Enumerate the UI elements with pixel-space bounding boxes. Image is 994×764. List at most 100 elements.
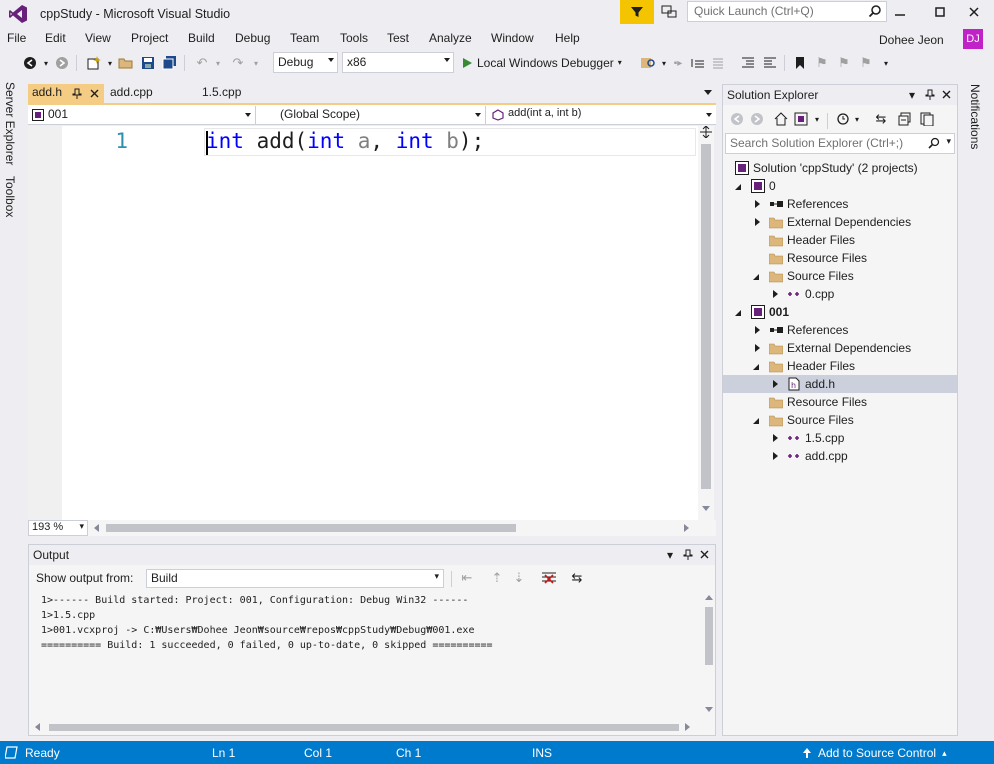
collapsed-arrow-icon[interactable] <box>755 326 760 334</box>
collapsed-arrow-icon[interactable] <box>773 452 778 460</box>
clear-all-icon[interactable] <box>541 570 557 586</box>
notifications-filter-icon[interactable] <box>620 0 654 24</box>
tree-item[interactable]: Source Files <box>723 267 957 285</box>
tab-add-cpp[interactable]: add.cpp <box>106 84 157 103</box>
menu-build[interactable]: Build <box>188 31 215 45</box>
tree-item[interactable]: References <box>723 195 957 213</box>
chevron-down-icon[interactable]: ▾ <box>102 55 118 71</box>
switch-views-icon[interactable] <box>793 111 809 127</box>
collapsed-arrow-icon[interactable] <box>755 218 760 226</box>
scroll-thumb[interactable] <box>701 144 711 489</box>
output-vertical-scrollbar[interactable] <box>703 591 715 719</box>
sync-with-document-icon[interactable]: ⇆ <box>873 111 889 127</box>
home-icon[interactable] <box>773 111 789 127</box>
menu-tools[interactable]: Tools <box>340 31 368 45</box>
code-editor[interactable]: 1 int add(int a, int b); <box>28 126 698 520</box>
notifications-tab[interactable]: Notifications <box>968 84 982 149</box>
find-message-icon[interactable]: ⇤ <box>459 570 475 586</box>
status-output-icon[interactable] <box>5 746 18 759</box>
output-horizontal-scrollbar[interactable] <box>29 719 715 735</box>
zoom-dropdown[interactable]: 193 % ▾ <box>28 520 88 536</box>
tab-1-5-cpp[interactable]: 1.5.cpp <box>198 84 245 103</box>
window-position-icon[interactable]: ▾ <box>667 548 673 562</box>
tree-item[interactable]: add.cpp <box>723 447 957 465</box>
menu-team[interactable]: Team <box>290 31 319 45</box>
expanded-arrow-icon[interactable] <box>753 274 759 280</box>
tree-item[interactable]: External Dependencies <box>723 339 957 357</box>
chevron-down-icon[interactable]: ▾ <box>248 55 264 71</box>
show-all-files-icon[interactable] <box>919 111 935 127</box>
pin-icon[interactable] <box>683 549 693 560</box>
find-in-files-icon[interactable] <box>640 55 656 71</box>
navigate-back-icon[interactable] <box>22 55 38 71</box>
collapse-all-icon[interactable] <box>897 111 913 127</box>
expanded-arrow-icon[interactable] <box>735 310 741 316</box>
menu-help[interactable]: Help <box>555 31 580 45</box>
tree-item[interactable]: Resource Files <box>723 393 957 411</box>
pin-icon[interactable] <box>72 88 82 99</box>
tree-item[interactable]: 001 <box>723 303 957 321</box>
tree-item[interactable]: Solution 'cppStudy' (2 projects) <box>723 159 957 177</box>
tree-item[interactable]: h add.h <box>723 375 957 393</box>
quick-launch-input[interactable]: Quick Launch (Ctrl+Q) <box>687 1 887 22</box>
chevron-down-icon[interactable]: ▾ <box>210 55 226 71</box>
scope-dropdown[interactable]: (Global Scope) <box>258 106 486 124</box>
scroll-left-icon[interactable] <box>35 723 40 731</box>
collapsed-arrow-icon[interactable] <box>755 200 760 208</box>
tab-add-h[interactable]: add.h <box>28 84 104 103</box>
tree-item[interactable]: External Dependencies <box>723 213 957 231</box>
bookmark-icon[interactable] <box>792 55 808 71</box>
minimize-button[interactable] <box>880 0 920 24</box>
next-bookmark-icon[interactable]: ⚑ <box>836 55 852 71</box>
output-text[interactable]: 1>------ Build started: Project: 001, Co… <box>41 593 493 653</box>
next-message-icon[interactable]: ⇣ <box>511 570 527 586</box>
new-project-icon[interactable] <box>86 55 102 71</box>
word-wrap-icon[interactable]: ⇆ <box>569 570 585 586</box>
menu-view[interactable]: View <box>85 31 111 45</box>
user-name[interactable]: Dohee Jeon <box>879 33 944 47</box>
step-into-icon[interactable] <box>710 55 726 71</box>
split-window-icon[interactable] <box>698 125 714 142</box>
comment-icon[interactable] <box>740 55 756 71</box>
tree-item[interactable]: 0 <box>723 177 957 195</box>
editor-vertical-scrollbar[interactable] <box>698 125 714 520</box>
output-source-select[interactable]: Build ▾ <box>146 569 444 588</box>
forward-icon[interactable] <box>749 111 765 127</box>
configuration-select[interactable]: Debug <box>273 52 338 73</box>
clear-bookmarks-icon[interactable]: ⚑ <box>858 55 874 71</box>
tree-item[interactable]: Resource Files <box>723 249 957 267</box>
tree-item[interactable]: 1.5.cpp <box>723 429 957 447</box>
step-over-icon[interactable]: ▪▸ <box>670 55 686 71</box>
toolbox-tab[interactable]: Toolbox <box>3 176 17 217</box>
member-dropdown[interactable]: add(int a, int b) <box>488 106 716 124</box>
chevron-down-icon[interactable]: ▾ <box>849 111 865 127</box>
menu-edit[interactable]: Edit <box>45 31 66 45</box>
window-position-icon[interactable]: ▾ <box>909 88 915 102</box>
expanded-arrow-icon[interactable] <box>753 418 759 424</box>
scroll-down-icon[interactable] <box>702 506 710 511</box>
scroll-right-icon[interactable] <box>685 723 690 731</box>
tree-item[interactable]: Header Files <box>723 231 957 249</box>
open-file-icon[interactable] <box>118 55 134 71</box>
feedback-icon[interactable] <box>660 3 680 23</box>
menu-debug[interactable]: Debug <box>235 31 270 45</box>
menu-window[interactable]: Window <box>491 31 534 45</box>
platform-select[interactable]: x86 <box>342 52 454 73</box>
scroll-down-icon[interactable] <box>705 707 713 712</box>
collapsed-arrow-icon[interactable] <box>755 344 760 352</box>
scroll-right-icon[interactable] <box>684 524 689 532</box>
collapsed-arrow-icon[interactable] <box>773 434 778 442</box>
toolbar-overflow-icon[interactable]: ▾ <box>878 55 894 71</box>
scroll-thumb[interactable] <box>106 524 516 532</box>
tree-item[interactable]: Header Files <box>723 357 957 375</box>
pin-icon[interactable] <box>925 89 935 100</box>
save-icon[interactable] <box>140 55 156 71</box>
close-window-button[interactable] <box>954 0 994 24</box>
redo-icon[interactable]: ↷ <box>230 55 246 71</box>
tree-item[interactable]: Source Files <box>723 411 957 429</box>
solution-search-input[interactable]: Search Solution Explorer (Ctrl+;) ▾ <box>725 133 955 154</box>
tab-overflow-icon[interactable] <box>704 90 712 95</box>
uncomment-icon[interactable] <box>762 55 778 71</box>
navigate-forward-icon[interactable] <box>54 55 70 71</box>
menu-file[interactable]: File <box>7 31 26 45</box>
